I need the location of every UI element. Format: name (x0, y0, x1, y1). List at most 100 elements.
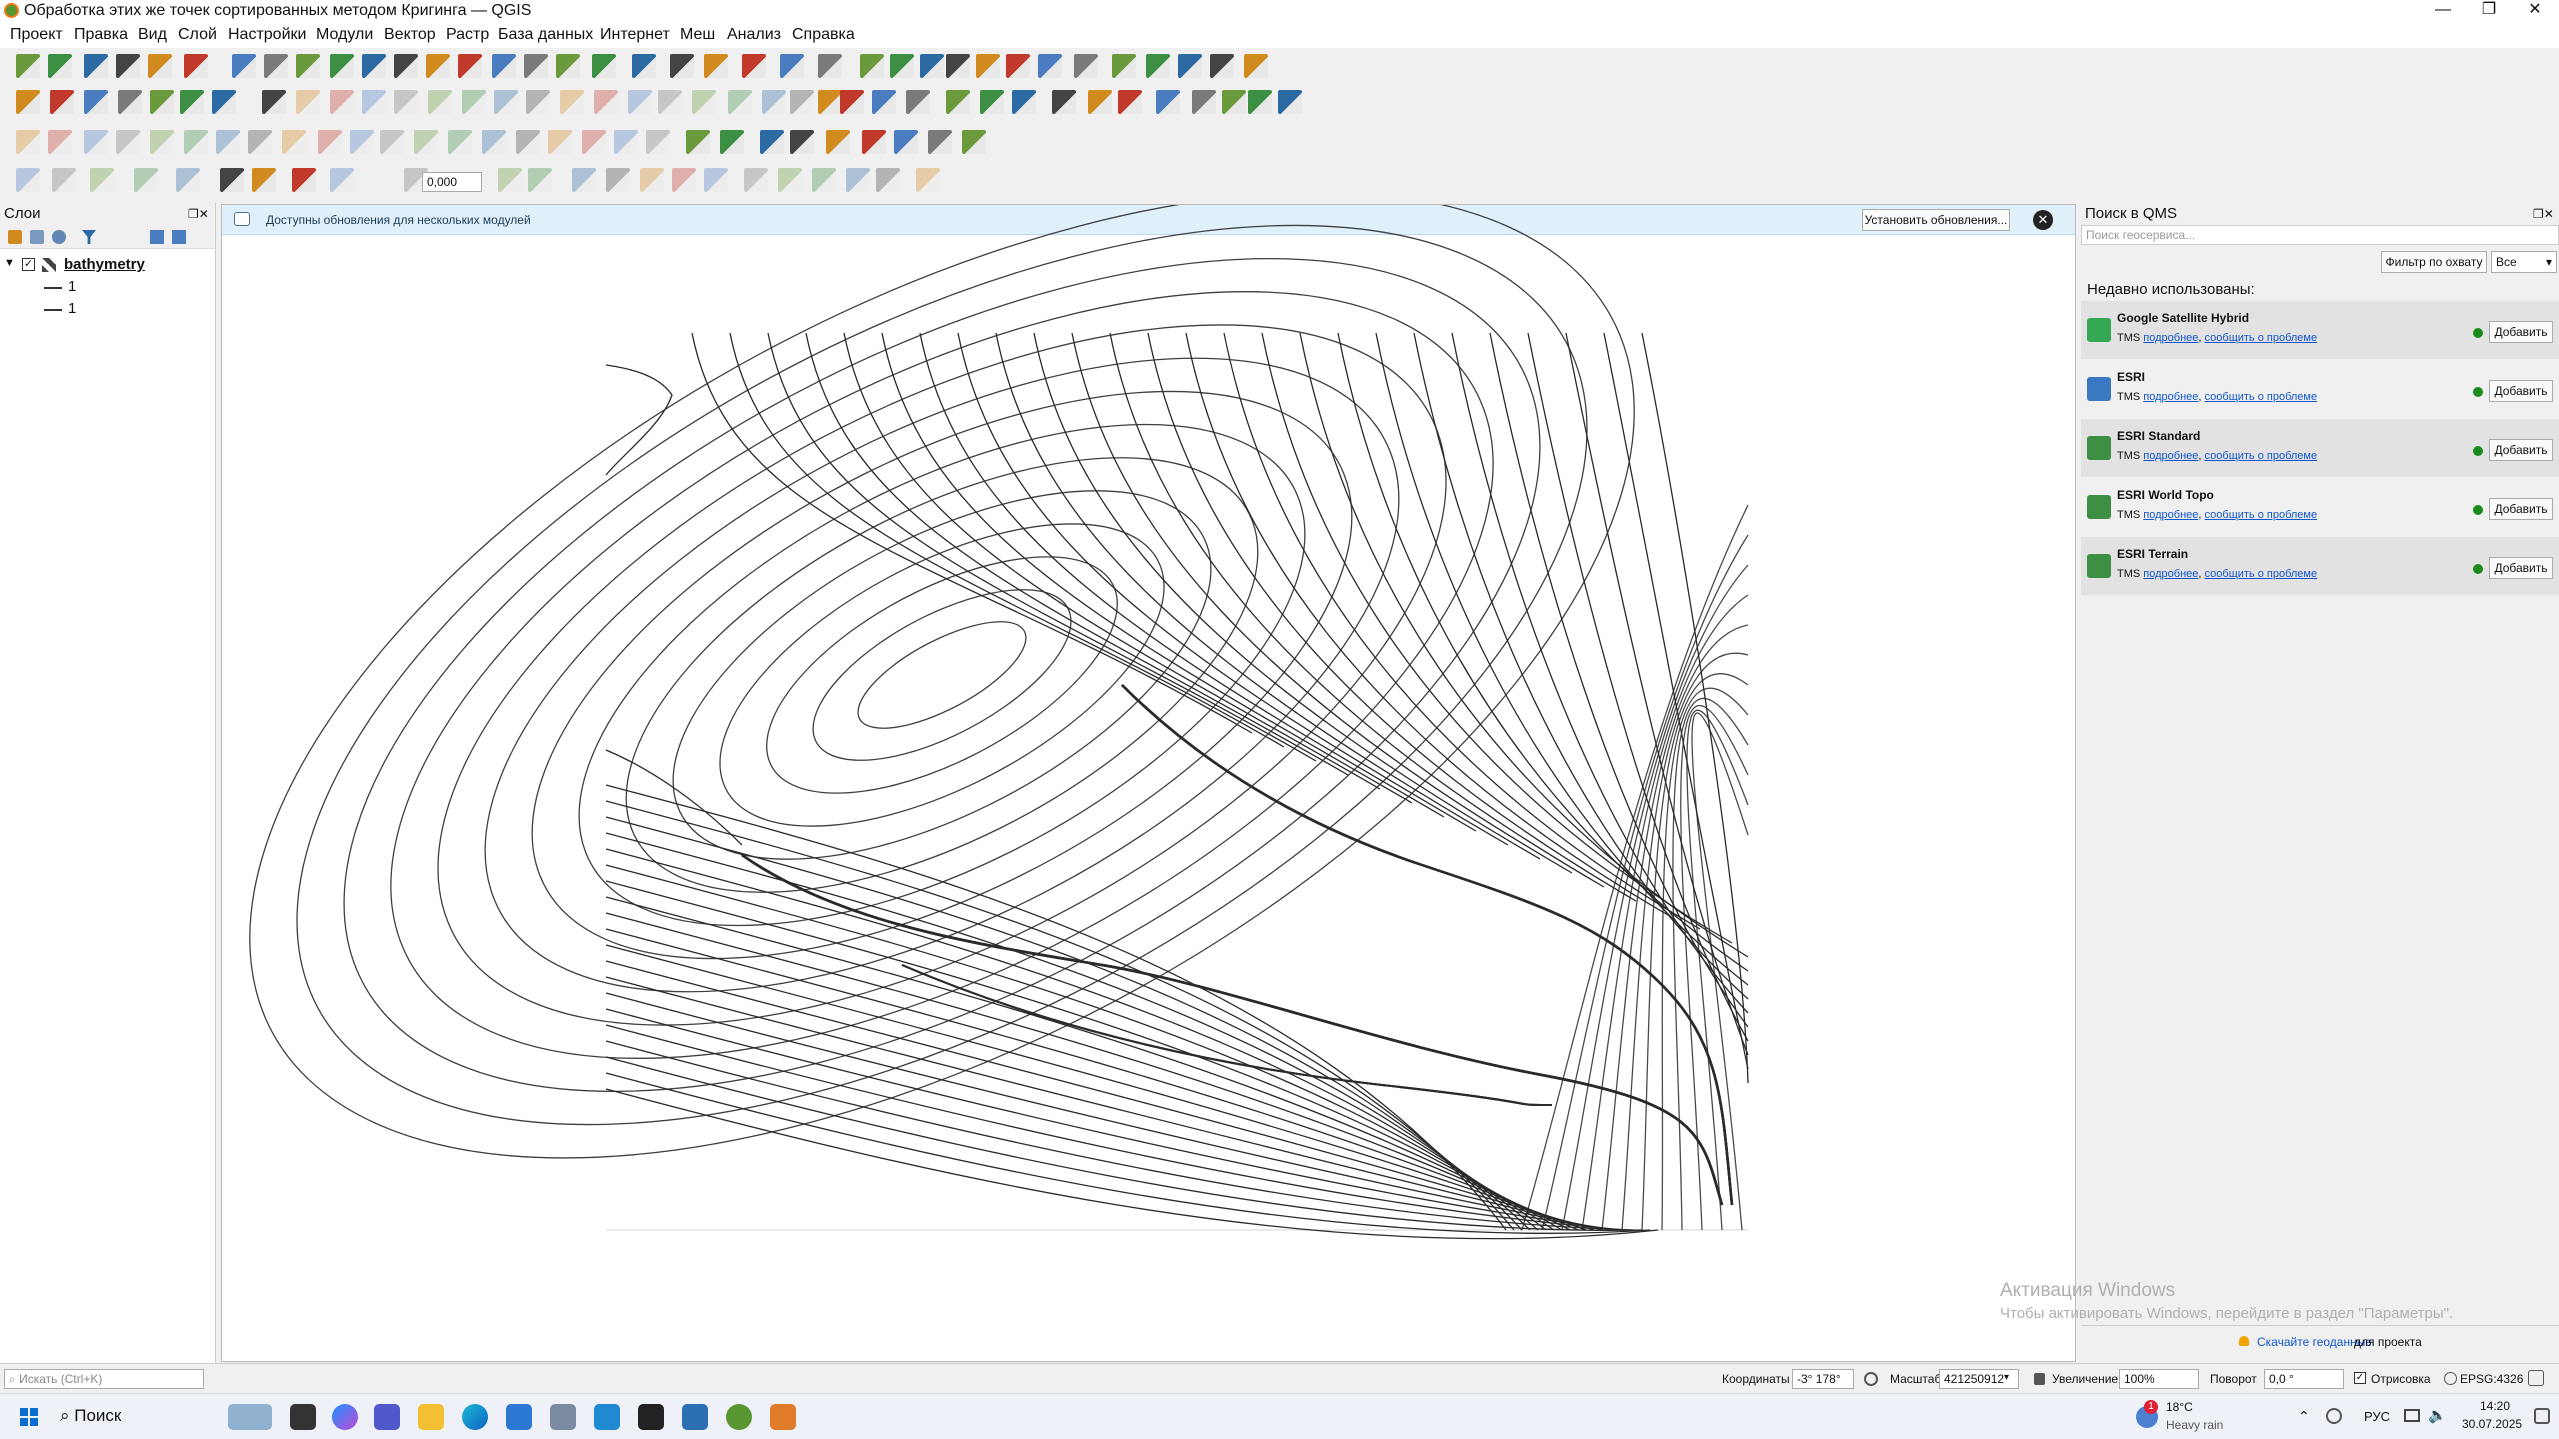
toolbar-tool-icon[interactable] (840, 90, 864, 114)
toolbar-tool-icon[interactable] (248, 130, 272, 154)
toolbar-tool-icon[interactable] (646, 130, 670, 154)
open-style-icon[interactable] (8, 230, 22, 244)
toolbar-tool-icon[interactable] (658, 90, 682, 114)
toolbar-tool-icon[interactable] (350, 130, 374, 154)
toolbar-tool-icon[interactable] (516, 130, 540, 154)
toolbar-tool-icon[interactable] (84, 130, 108, 154)
toolbar-tool-icon[interactable] (826, 130, 850, 154)
add-service-button[interactable]: Добавить (2489, 321, 2553, 343)
toolbar-tool-icon[interactable] (606, 168, 630, 192)
toolbar-tool-icon[interactable] (16, 90, 40, 114)
toolbar-tool-icon[interactable] (462, 90, 486, 114)
store-icon[interactable] (506, 1404, 532, 1430)
toolbar-tool-icon[interactable] (818, 54, 842, 78)
toolbar-tool-icon[interactable] (1006, 54, 1030, 78)
toolbar-tool-icon[interactable] (184, 130, 208, 154)
terminal-icon[interactable] (638, 1404, 664, 1430)
toolbar-tool-icon[interactable] (330, 168, 354, 192)
toolbar-tool-icon[interactable] (1052, 90, 1076, 114)
filter-by-extent-button[interactable]: Фильтр по охвату (2381, 251, 2487, 273)
toolbar-tool-icon[interactable] (614, 130, 638, 154)
language-indicator[interactable]: РУС (2364, 1409, 2390, 1424)
toolbar-tool-icon[interactable] (762, 90, 786, 114)
qms-search-input[interactable]: Поиск геосервиса... (2081, 225, 2559, 245)
add-service-button[interactable]: Добавить (2489, 557, 2553, 579)
locator-input[interactable]: ⌕ Искать (Ctrl+K) (4, 1369, 204, 1389)
coord-field[interactable]: -3° 178° (1792, 1369, 1854, 1389)
value-field[interactable]: 0,000 (422, 172, 482, 192)
toolbar-tool-icon[interactable] (494, 90, 518, 114)
details-link[interactable]: подробнее (2143, 509, 2198, 521)
toolbar-tool-icon[interactable] (760, 130, 784, 154)
rotation-field[interactable]: 0,0 ° (2264, 1369, 2344, 1389)
menu-view[interactable]: Вид (138, 26, 167, 44)
report-problem-link[interactable]: сообщить о проблеме (2205, 391, 2318, 403)
add-service-button[interactable]: Добавить (2489, 380, 2553, 402)
toolbar-tool-icon[interactable] (134, 168, 158, 192)
toolbar-tool-icon[interactable] (84, 54, 108, 78)
toolbar-tool-icon[interactable] (592, 54, 616, 78)
menu-raster[interactable]: Растр (446, 26, 489, 44)
toolbar-tool-icon[interactable] (264, 54, 288, 78)
layer-bathymetry[interactable]: bathymetry (64, 256, 145, 273)
toolbar-tool-icon[interactable] (48, 54, 72, 78)
menu-help[interactable]: Справка (792, 26, 855, 44)
toolbar-tool-icon[interactable] (790, 90, 814, 114)
add-group-icon[interactable] (30, 230, 44, 244)
toolbar-tool-icon[interactable] (1244, 54, 1268, 78)
toolbar-tool-icon[interactable] (846, 168, 870, 192)
add-service-button[interactable]: Добавить (2489, 498, 2553, 520)
toolbar-tool-icon[interactable] (84, 90, 108, 114)
toolbar-tool-icon[interactable] (498, 168, 522, 192)
toolbar-tool-icon[interactable] (890, 54, 914, 78)
toolbar-tool-icon[interactable] (48, 130, 72, 154)
toolbar-tool-icon[interactable] (116, 54, 140, 78)
copilot-icon[interactable] (332, 1404, 358, 1430)
toolbar-tool-icon[interactable] (150, 130, 174, 154)
edge-icon[interactable] (462, 1404, 488, 1430)
toolbar-tool-icon[interactable] (296, 90, 320, 114)
toolbar-tool-icon[interactable] (16, 54, 40, 78)
toolbar-tool-icon[interactable] (262, 90, 286, 114)
menu-analysis[interactable]: Анализ (727, 26, 781, 44)
toolbar-tool-icon[interactable] (1178, 54, 1202, 78)
vscode-icon[interactable] (594, 1404, 620, 1430)
toolbar-tool-icon[interactable] (744, 168, 768, 192)
toolbar-tool-icon[interactable] (296, 54, 320, 78)
toolbar-tool-icon[interactable] (628, 90, 652, 114)
toolbar-tool-icon[interactable] (482, 130, 506, 154)
report-problem-link[interactable]: сообщить о проблеме (2205, 332, 2318, 344)
toolbar-tool-icon[interactable] (640, 168, 664, 192)
toolbar-tool-icon[interactable] (670, 54, 694, 78)
toolbar-tool-icon[interactable] (860, 54, 884, 78)
toolbar-tool-icon[interactable] (52, 168, 76, 192)
toolbar-tool-icon[interactable] (1118, 90, 1142, 114)
toolbar-tool-icon[interactable] (946, 54, 970, 78)
clock-date[interactable]: 30.07.2025 (2462, 1417, 2522, 1431)
toolbar-tool-icon[interactable] (632, 54, 656, 78)
crs-button[interactable]: EPSG:4326 (2460, 1372, 2523, 1386)
toolbar-tool-icon[interactable] (928, 130, 952, 154)
toolbar-tool-icon[interactable] (426, 54, 450, 78)
details-link[interactable]: подробнее (2143, 568, 2198, 580)
toolbar-tool-icon[interactable] (1146, 54, 1170, 78)
toolbar-tool-icon[interactable] (528, 168, 552, 192)
chevron-up-icon[interactable]: ⌃ (2298, 1408, 2310, 1425)
toolbar-tool-icon[interactable] (180, 90, 204, 114)
sync-icon[interactable] (2326, 1408, 2342, 1424)
toolbar-tool-icon[interactable] (916, 168, 940, 192)
toolbar-tool-icon[interactable] (216, 130, 240, 154)
report-problem-link[interactable]: сообщить о проблеме (2205, 509, 2318, 521)
toolbar-tool-icon[interactable] (594, 90, 618, 114)
toolbar-tool-icon[interactable] (212, 90, 236, 114)
toolbar-tool-icon[interactable] (148, 54, 172, 78)
toolbar-tool-icon[interactable] (118, 90, 142, 114)
panel-float-icon[interactable]: ❐✕ (188, 207, 209, 221)
toolbar-tool-icon[interactable] (318, 130, 342, 154)
toolbar-tool-icon[interactable] (780, 54, 804, 78)
toolbar-tool-icon[interactable] (692, 90, 716, 114)
details-link[interactable]: подробнее (2143, 391, 2198, 403)
toolbar-tool-icon[interactable] (50, 90, 74, 114)
toolbar-tool-icon[interactable] (90, 168, 114, 192)
toolbar-tool-icon[interactable] (292, 168, 316, 192)
